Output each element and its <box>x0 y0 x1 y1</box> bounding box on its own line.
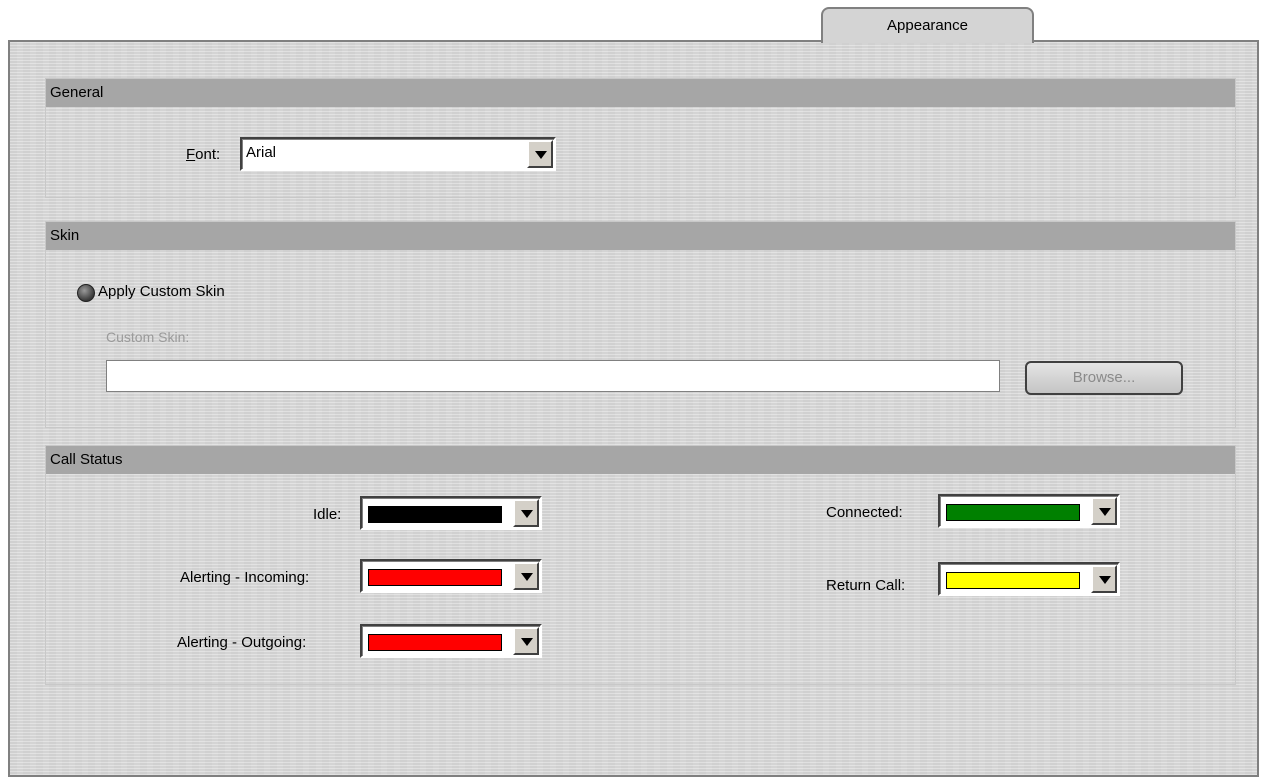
browse-button[interactable]: Browse... <box>1025 361 1183 395</box>
chevron-down-icon[interactable] <box>527 140 553 168</box>
chevron-down-icon[interactable] <box>513 562 539 590</box>
custom-skin-input[interactable] <box>106 360 1000 392</box>
connected-color-select[interactable] <box>938 494 1120 528</box>
chevron-down-icon[interactable] <box>1091 565 1117 593</box>
connected-label: Connected: <box>826 504 903 521</box>
return-call-label: Return Call: <box>826 577 906 594</box>
chevron-down-icon[interactable] <box>1091 497 1117 525</box>
return-call-color-swatch <box>946 572 1080 589</box>
alerting-incoming-label: Alerting - Incoming: <box>180 569 310 586</box>
alerting-incoming-color-select[interactable] <box>360 559 542 593</box>
alerting-outgoing-color-swatch <box>368 634 502 651</box>
font-select-value: Arial <box>246 144 277 161</box>
chevron-down-icon[interactable] <box>513 499 539 527</box>
apply-custom-skin-label[interactable]: Apply Custom Skin <box>98 283 225 300</box>
return-call-color-select[interactable] <box>938 562 1120 596</box>
idle-color-swatch <box>368 506 502 523</box>
chevron-down-icon[interactable] <box>513 627 539 655</box>
alerting-outgoing-color-select[interactable] <box>360 624 542 658</box>
general-header: General <box>46 79 1235 107</box>
tab-appearance[interactable]: Appearance <box>821 7 1034 43</box>
call-status-header: Call Status <box>46 446 1235 474</box>
skin-header: Skin <box>46 222 1235 250</box>
font-label: Font: <box>186 146 221 163</box>
font-label-text: ont: <box>195 146 221 163</box>
idle-label: Idle: <box>313 506 342 523</box>
radio-button-icon[interactable] <box>77 284 95 302</box>
idle-color-select[interactable] <box>360 496 542 530</box>
alerting-outgoing-label: Alerting - Outgoing: <box>177 634 307 651</box>
alerting-incoming-color-swatch <box>368 569 502 586</box>
font-select[interactable]: Arial <box>240 137 556 171</box>
connected-color-swatch <box>946 504 1080 521</box>
general-group: General <box>45 78 1236 198</box>
skin-group: Skin <box>45 221 1236 428</box>
custom-skin-label: Custom Skin: <box>106 329 190 345</box>
